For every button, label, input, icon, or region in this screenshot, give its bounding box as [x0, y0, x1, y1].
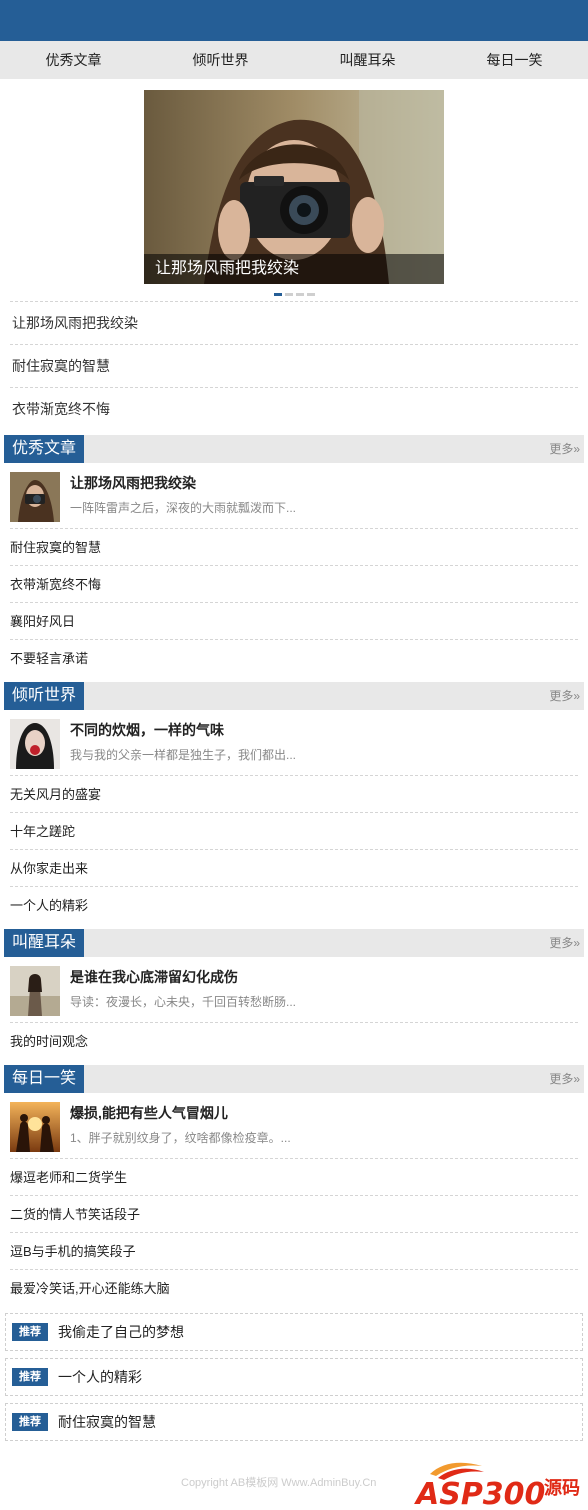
recommend-item[interactable]: 推荐 耐住寂寞的智慧 — [5, 1403, 583, 1441]
slider-dot[interactable] — [306, 293, 315, 296]
asp300-logo: ASP300 源码 — [414, 1462, 580, 1508]
more-link[interactable]: 更多» — [549, 435, 580, 463]
recommend-item[interactable]: 推荐 一个人的精彩 — [5, 1358, 583, 1396]
featured-article[interactable]: 爆损,能把有些人气冒烟儿 1、胖子就别纹身了，纹啥都像检疫章。... — [10, 1093, 578, 1159]
featured-article[interactable]: 是谁在我心底滞留幻化成伤 导读：夜漫长，心未央，千回百转愁断肠... — [10, 957, 578, 1023]
section-header: 优秀文章 更多» — [4, 435, 584, 463]
list-item[interactable]: 十年之蹉跎 — [10, 813, 578, 850]
recommend-list: 推荐 我偷走了自己的梦想 推荐 一个人的精彩 推荐 耐住寂寞的智慧 — [5, 1313, 583, 1441]
recommend-title[interactable]: 一个人的精彩 — [58, 1367, 142, 1387]
footer: Copyright AB模板网 Www.AdminBuy.Cn ASP300 源… — [0, 1456, 588, 1510]
list-item[interactable]: 最爱冷笑话,开心还能练大脑 — [10, 1270, 578, 1307]
article-thumbnail — [10, 1102, 60, 1152]
section-excellent-articles: 优秀文章 更多» 让那场风雨把我绞染 一阵阵雷声之后，深夜的大雨就瓢泼而下...… — [0, 435, 588, 677]
list-item[interactable]: 襄阳好风日 — [10, 603, 578, 640]
section-title: 优秀文章 — [4, 435, 85, 463]
nav-item-wake-ears[interactable]: 叫醒耳朵 — [294, 41, 441, 79]
list-item[interactable]: 让那场风雨把我绞染 — [10, 301, 578, 344]
list-item[interactable]: 从你家走出来 — [10, 850, 578, 887]
featured-title[interactable]: 爆损,能把有些人气冒烟儿 — [70, 1103, 291, 1123]
slider-dot[interactable] — [295, 293, 304, 296]
featured-summary: 导读：夜漫长，心未央，千回百转愁断肠... — [70, 995, 297, 1009]
top-header-bar — [0, 0, 588, 41]
section-header: 每日一笑 更多» — [4, 1065, 584, 1093]
section-daily-laugh: 每日一笑 更多» 爆损,能把有些人气冒烟儿 1、胖子就别纹身了，纹啥都像检疫章。… — [0, 1065, 588, 1307]
section-title: 每日一笑 — [4, 1065, 85, 1093]
featured-article[interactable]: 让那场风雨把我绞染 一阵阵雷声之后，深夜的大雨就瓢泼而下... — [10, 463, 578, 529]
hot-article-list: 让那场风雨把我绞染 耐住寂寞的智慧 衣带渐宽终不悔 — [10, 301, 578, 430]
section-listen-world: 倾听世界 更多» 不同的炊烟，一样的气味 我与我的父亲一样都是独生子，我们都出.… — [0, 682, 588, 924]
recommend-badge: 推荐 — [12, 1368, 48, 1386]
article-list: 爆逗老师和二货学生 二货的情人节笑话段子 逗B与手机的搞笑段子 最爱冷笑话,开心… — [10, 1159, 578, 1307]
featured-title[interactable]: 是谁在我心底滞留幻化成伤 — [70, 967, 296, 987]
article-thumbnail — [10, 719, 60, 769]
article-thumbnail — [10, 966, 60, 1016]
article-list: 我的时间观念 — [10, 1023, 578, 1060]
list-item[interactable]: 一个人的精彩 — [10, 887, 578, 924]
section-wake-ears: 叫醒耳朵 更多» 是谁在我心底滞留幻化成伤 导读：夜漫长，心未央，千回百转愁断肠… — [0, 929, 588, 1060]
hero-slider[interactable]: 让那场风雨把我绞染 — [144, 90, 444, 284]
logo-suffix: 源码 — [544, 1477, 580, 1499]
list-item[interactable]: 逗B与手机的搞笑段子 — [10, 1233, 578, 1270]
section-header: 倾听世界 更多» — [4, 682, 584, 710]
slider-dot[interactable] — [273, 293, 282, 296]
featured-summary: 我与我的父亲一样都是独生子，我们都出... — [70, 748, 297, 762]
list-item[interactable]: 不要轻言承诺 — [10, 640, 578, 677]
section-header: 叫醒耳朵 更多» — [4, 929, 584, 957]
recommend-title[interactable]: 耐住寂寞的智慧 — [58, 1412, 156, 1432]
recommend-badge: 推荐 — [12, 1413, 48, 1431]
nav-item-excellent-articles[interactable]: 优秀文章 — [0, 41, 147, 79]
featured-article[interactable]: 不同的炊烟，一样的气味 我与我的父亲一样都是独生子，我们都出... — [10, 710, 578, 776]
logo-text: ASP300 — [414, 1477, 545, 1508]
section-title: 叫醒耳朵 — [4, 929, 85, 957]
article-thumbnail — [10, 472, 60, 522]
list-item[interactable]: 无关风月的盛宴 — [10, 776, 578, 813]
more-link[interactable]: 更多» — [549, 929, 580, 957]
recommend-item[interactable]: 推荐 我偷走了自己的梦想 — [5, 1313, 583, 1351]
list-item[interactable]: 衣带渐宽终不悔 — [10, 566, 578, 603]
list-item[interactable]: 耐住寂寞的智慧 — [10, 344, 578, 387]
more-link[interactable]: 更多» — [549, 682, 580, 710]
slider-dot[interactable] — [284, 293, 293, 296]
recommend-badge: 推荐 — [12, 1323, 48, 1341]
article-list: 耐住寂寞的智慧 衣带渐宽终不悔 襄阳好风日 不要轻言承诺 — [10, 529, 578, 677]
featured-title[interactable]: 不同的炊烟，一样的气味 — [70, 720, 296, 740]
slider-dots — [0, 293, 588, 296]
copyright-text: Copyright AB模板网 Www.AdminBuy.Cn — [181, 1477, 377, 1489]
list-item[interactable]: 二货的情人节笑话段子 — [10, 1196, 578, 1233]
article-list: 无关风月的盛宴 十年之蹉跎 从你家走出来 一个人的精彩 — [10, 776, 578, 924]
section-title: 倾听世界 — [4, 682, 85, 710]
featured-title[interactable]: 让那场风雨把我绞染 — [70, 473, 296, 493]
list-item[interactable]: 我的时间观念 — [10, 1023, 578, 1060]
nav-item-listen-world[interactable]: 倾听世界 — [147, 41, 294, 79]
list-item[interactable]: 耐住寂寞的智慧 — [10, 529, 578, 566]
featured-summary: 1、胖子就别纹身了，纹啥都像检疫章。... — [70, 1131, 291, 1145]
main-nav: 优秀文章 倾听世界 叫醒耳朵 每日一笑 — [0, 41, 588, 79]
slide-caption: 让那场风雨把我绞染 — [144, 254, 444, 284]
recommend-title[interactable]: 我偷走了自己的梦想 — [58, 1322, 184, 1342]
list-item[interactable]: 衣带渐宽终不悔 — [10, 387, 578, 430]
list-item[interactable]: 爆逗老师和二货学生 — [10, 1159, 578, 1196]
nav-item-daily-laugh[interactable]: 每日一笑 — [441, 41, 588, 79]
more-link[interactable]: 更多» — [549, 1065, 580, 1093]
featured-summary: 一阵阵雷声之后，深夜的大雨就瓢泼而下... — [70, 501, 297, 515]
